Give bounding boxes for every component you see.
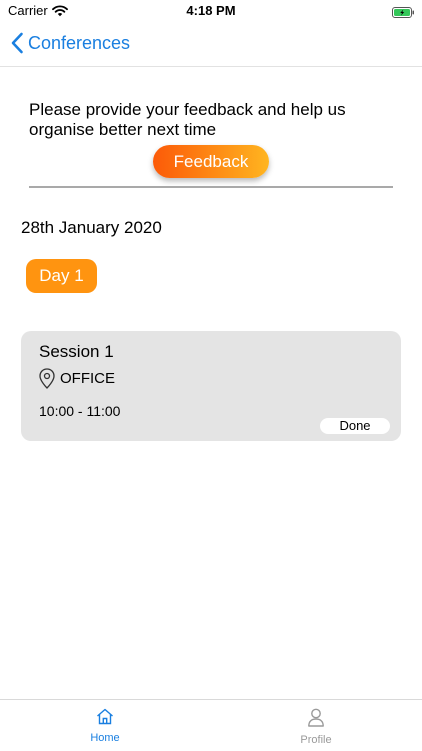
navigation-bar: Conferences [0, 22, 422, 67]
tab-profile-label: Profile [300, 734, 332, 746]
divider [29, 186, 393, 188]
back-label: Conferences [28, 32, 131, 53]
tab-home-label: Home [90, 732, 120, 744]
session-card[interactable]: Session 1 OFFICE 10:00 - 11:00 Done [21, 331, 401, 441]
schedule-date: 28th January 2020 [21, 218, 162, 237]
back-button[interactable]: Conferences [10, 32, 130, 54]
battery-icon [392, 5, 414, 18]
feedback-button[interactable]: Feedback [153, 145, 269, 178]
tab-home[interactable]: Home [45, 708, 165, 744]
tab-bar: Home Profile [0, 699, 422, 751]
status-time: 4:18 PM [186, 3, 236, 18]
tab-profile[interactable]: Profile [256, 708, 376, 746]
status-bar: Carrier 4:18 PM [0, 0, 422, 22]
session-title: Session 1 [39, 342, 114, 361]
session-location: OFFICE [60, 370, 115, 387]
user-icon [256, 708, 376, 727]
feedback-prompt: Please provide your feedback and help us… [29, 100, 346, 139]
chevron-left-icon [10, 32, 24, 54]
session-time: 10:00 - 11:00 [39, 403, 121, 419]
day-1-button[interactable]: Day 1 [26, 259, 97, 293]
home-icon [45, 708, 165, 725]
map-pin-icon [39, 368, 55, 394]
session-status-button[interactable]: Done [320, 418, 390, 434]
